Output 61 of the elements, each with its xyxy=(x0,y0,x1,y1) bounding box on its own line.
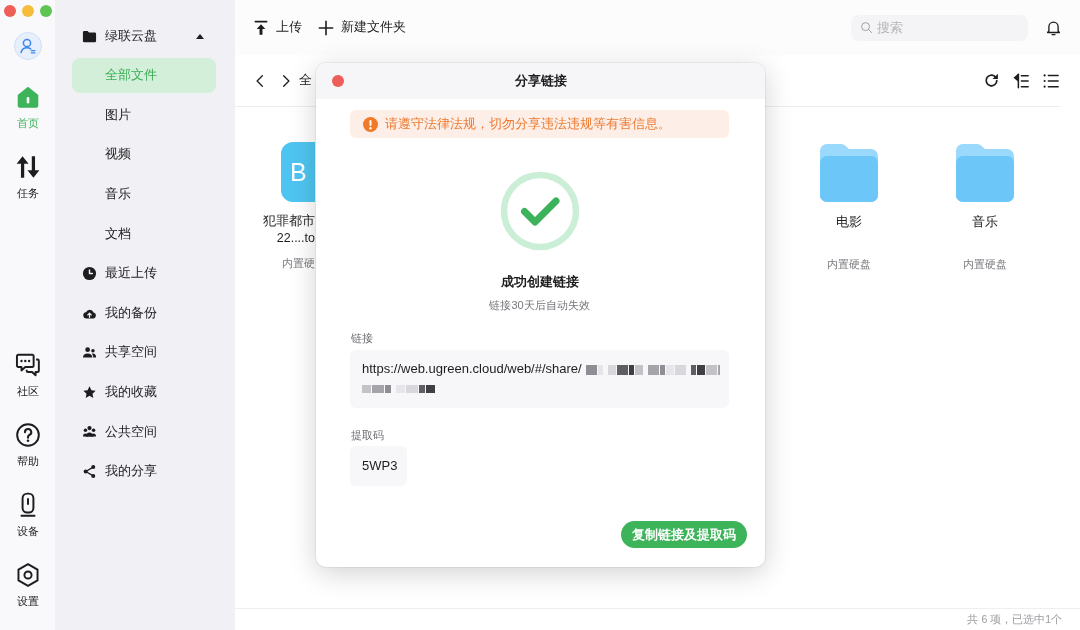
file-name: 电影 xyxy=(836,214,862,231)
clock-icon xyxy=(82,266,97,282)
file-location: 内置硬 xyxy=(282,256,315,271)
file-name: 音乐 xyxy=(972,214,998,231)
breadcrumb-item[interactable]: 全 xyxy=(299,71,312,90)
folder-icon xyxy=(82,28,97,44)
chat-bubbles-icon xyxy=(14,352,41,378)
sidebar-item[interactable]: 共享空间 xyxy=(72,335,216,371)
expiry-note: 链接30天后自动失效 xyxy=(489,298,590,313)
search-field[interactable]: 搜索 xyxy=(851,14,1028,41)
nav-rail-item[interactable]: 设备 xyxy=(14,492,41,539)
nav-rail-item[interactable]: 设置 xyxy=(14,562,41,609)
search-icon xyxy=(860,21,873,34)
nav-rail-item[interactable]: 任务 xyxy=(14,154,41,201)
notification-bell-icon[interactable] xyxy=(1045,19,1062,36)
sidebar-item[interactable]: 音乐 xyxy=(72,176,216,212)
nav-rail-item[interactable]: 社区 xyxy=(14,352,41,399)
warning-icon xyxy=(363,116,378,132)
sidebar-item[interactable]: 绿联云盘 xyxy=(72,18,216,54)
up-down-arrows-icon xyxy=(14,154,41,180)
field-label: 链接 xyxy=(351,331,373,346)
extraction-code-field: 5WP3 xyxy=(350,446,407,486)
folder-icon[interactable] xyxy=(820,144,878,202)
user-avatar-icon[interactable] xyxy=(13,32,42,60)
list-view-icon[interactable] xyxy=(1042,71,1060,90)
file-name: 犯罪都市 xyxy=(263,213,315,230)
file-location: 内置硬盘 xyxy=(827,257,871,272)
sidebar-item[interactable]: 我的备份 xyxy=(72,295,216,331)
sidebar-item[interactable]: 我的收藏 xyxy=(72,374,216,410)
sidebar-item[interactable]: 视频 xyxy=(72,137,216,173)
folder-icon[interactable] xyxy=(956,144,1014,202)
people-group-icon xyxy=(82,424,97,440)
success-title: 成功创建链接 xyxy=(500,273,579,291)
file-location: 内置硬盘 xyxy=(963,257,1007,272)
refresh-icon[interactable] xyxy=(983,72,1000,89)
dialog-title: 分享链接 xyxy=(514,72,567,91)
share-link-text: https://web.ugreen.cloud/web/#/share/ xyxy=(362,360,582,379)
toolbar-button[interactable]: 新建文件夹 xyxy=(318,18,406,37)
file-name: 22....to xyxy=(276,230,315,247)
warning-text: 请遵守法律法规，切勿分享违法违规等有害信息。 xyxy=(385,115,671,133)
nav-rail-item[interactable]: 帮助 xyxy=(14,422,41,469)
two-people-icon xyxy=(82,345,97,361)
item-count-status: 共 6 项，已选中1个 xyxy=(967,611,1062,627)
star-icon xyxy=(82,384,97,400)
sidebar-item[interactable]: 文档 xyxy=(72,216,216,252)
window-maximize-icon[interactable] xyxy=(40,5,52,17)
upload-icon xyxy=(253,19,269,36)
window-close-icon[interactable] xyxy=(4,5,16,17)
success-check-icon xyxy=(499,171,580,251)
sidebar-item[interactable]: 图片 xyxy=(72,97,216,133)
share-icon xyxy=(82,464,97,480)
dialog-close-icon[interactable] xyxy=(332,75,344,87)
sidebar-item[interactable]: 我的分享 xyxy=(72,454,216,490)
toolbar-button[interactable]: 上传 xyxy=(253,18,302,37)
sidebar-item[interactable]: 公共空间 xyxy=(72,414,216,450)
sort-icon[interactable] xyxy=(1012,71,1030,90)
help-icon xyxy=(14,422,41,448)
settings-icon xyxy=(14,562,41,588)
sidebar-item[interactable]: 最近上传 xyxy=(72,256,216,292)
plus-icon xyxy=(318,19,334,36)
field-label: 提取码 xyxy=(351,428,384,443)
